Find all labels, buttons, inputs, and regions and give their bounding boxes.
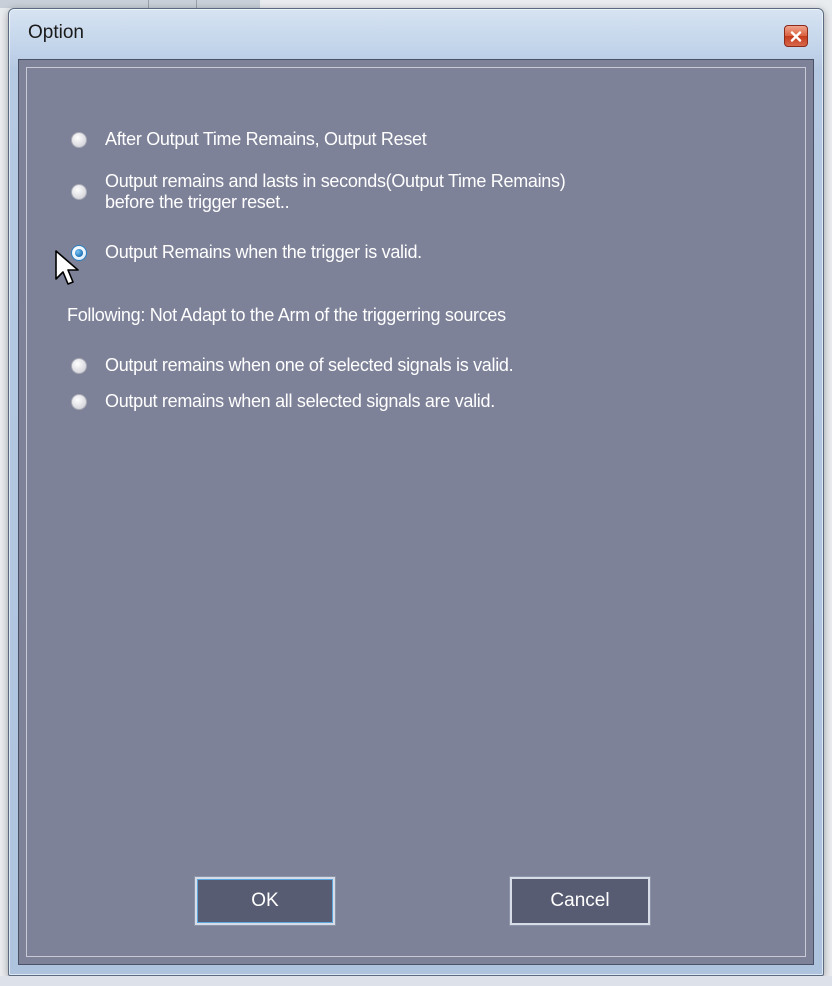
radio-button[interactable]: [71, 358, 87, 374]
following-note: Following: Not Adapt to the Arm of the t…: [67, 305, 506, 325]
option-all-signals-valid[interactable]: Output remains when all selected signals…: [71, 391, 495, 412]
radio-button[interactable]: [71, 132, 87, 148]
close-icon: [790, 30, 802, 42]
cancel-button[interactable]: Cancel: [510, 877, 650, 925]
options-group: After Output Time Remains, Output Reset …: [26, 67, 806, 957]
close-button[interactable]: [784, 25, 808, 47]
option-label: Output remains when all selected signals…: [105, 391, 495, 411]
option-label: After Output Time Remains, Output Reset: [105, 129, 427, 149]
option-one-signal-valid[interactable]: Output remains when one of selected sign…: [71, 355, 514, 376]
option-label: Output remains when one of selected sign…: [105, 355, 514, 375]
dialog-client-area: After Output Time Remains, Output Reset …: [18, 59, 814, 965]
option-output-reset[interactable]: After Output Time Remains, Output Reset: [71, 129, 427, 150]
radio-button[interactable]: [71, 184, 87, 200]
ok-button[interactable]: OK: [195, 877, 335, 925]
dialog-title: Option: [28, 22, 84, 43]
option-label: Output remains and lasts in seconds(Outp…: [105, 171, 566, 212]
option-output-trigger-valid[interactable]: Output Remains when the trigger is valid…: [71, 242, 422, 263]
option-dialog: Option After Output Time Remains, Output…: [8, 8, 824, 976]
title-bar[interactable]: Option: [9, 9, 823, 59]
background-strip: [0, 976, 832, 986]
option-label: Output Remains when the trigger is valid…: [105, 242, 422, 262]
mouse-pointer-icon: [55, 250, 79, 285]
radio-button[interactable]: [71, 394, 87, 410]
option-output-lasts-seconds[interactable]: Output remains and lasts in seconds(Outp…: [71, 171, 566, 213]
